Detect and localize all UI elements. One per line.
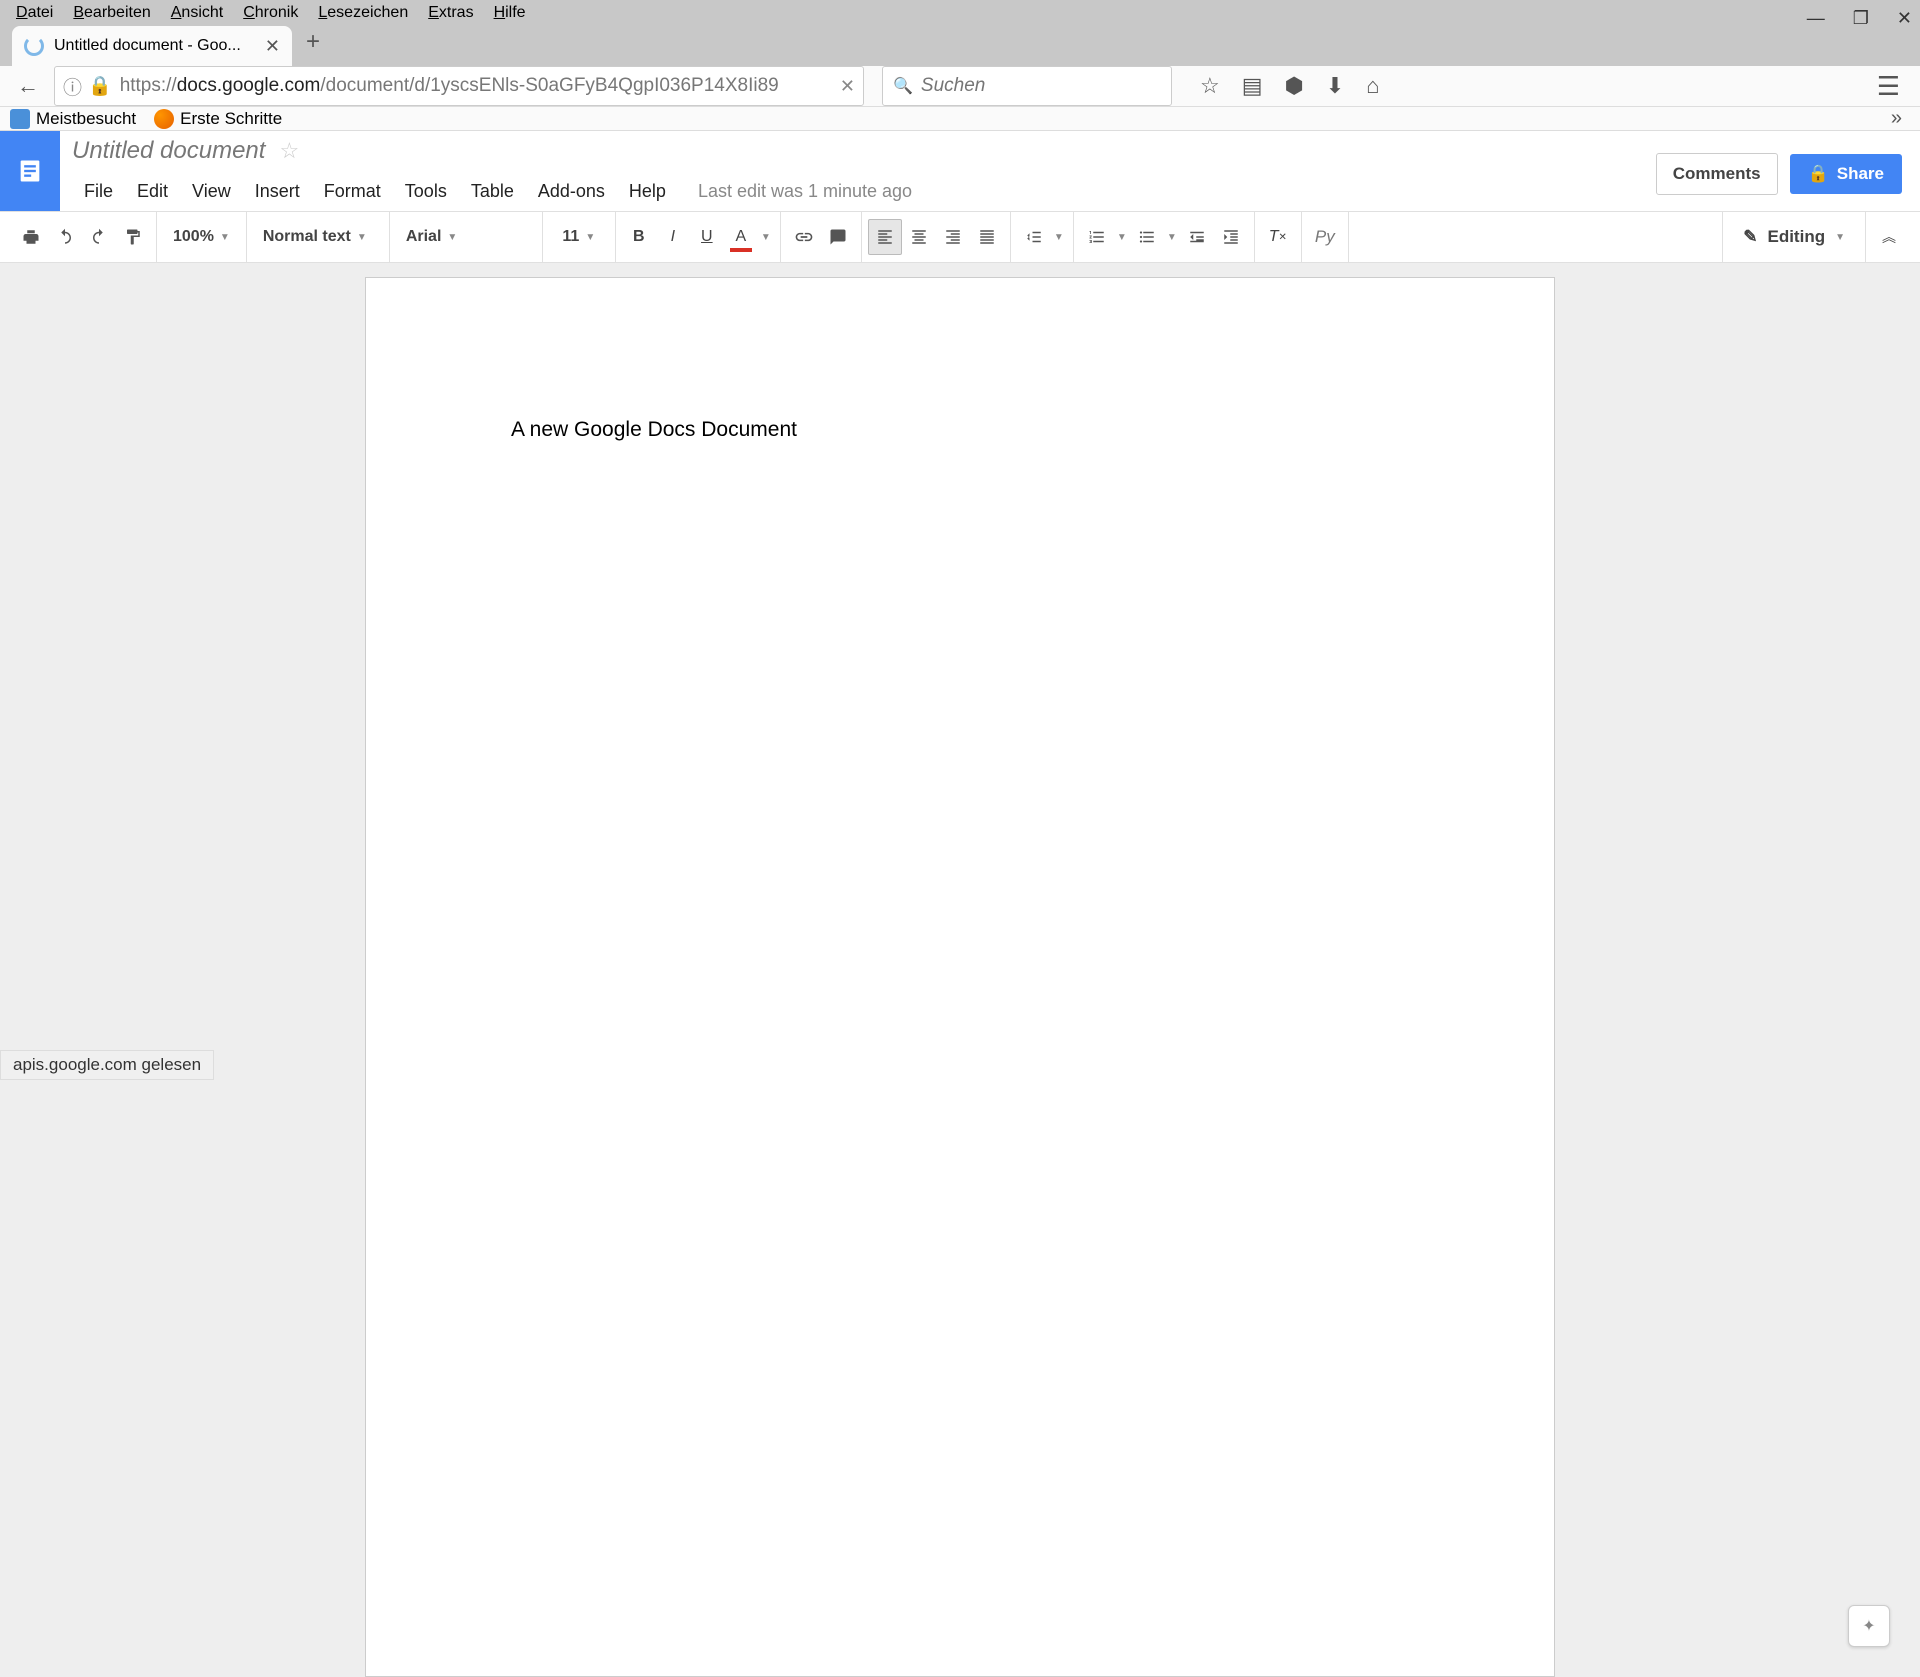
line-spacing-button[interactable] xyxy=(1017,219,1051,255)
docs-canvas[interactable]: A new Google Docs Document xyxy=(0,263,1920,1677)
url-clear-icon[interactable]: ✕ xyxy=(840,76,855,97)
bookmarks-overflow-icon[interactable]: » xyxy=(1891,107,1910,130)
url-bar[interactable]: ⓘ 🔒 https://docs.google.com/document/d/1… xyxy=(54,66,864,106)
bulleted-list-caret[interactable]: ▼ xyxy=(1164,219,1180,255)
pencil-icon: ✎ xyxy=(1743,227,1757,247)
firefox-navbar: ← ⓘ 🔒 https://docs.google.com/document/d… xyxy=(0,66,1920,107)
paint-format-button[interactable] xyxy=(116,219,150,255)
docs-header: Untitled document ☆ File Edit View Inser… xyxy=(0,131,1920,211)
menu-lesezeichen[interactable]: Lesezeichen xyxy=(308,0,418,26)
bookmark-meistbesucht[interactable]: Meistbesucht xyxy=(10,109,136,129)
increase-indent-button[interactable] xyxy=(1214,219,1248,255)
firefox-icon xyxy=(154,109,174,129)
italic-button[interactable]: I xyxy=(656,219,690,255)
new-tab-button[interactable]: + xyxy=(306,28,320,56)
lock-icon: 🔒 xyxy=(1808,164,1829,184)
tab-close-icon[interactable]: ✕ xyxy=(265,36,280,57)
bookmark-erste-schritte[interactable]: Erste Schritte xyxy=(154,109,282,129)
document-body-text[interactable]: A new Google Docs Document xyxy=(511,418,1409,442)
menu-addons[interactable]: Add-ons xyxy=(526,175,617,208)
home-icon[interactable]: ⌂ xyxy=(1366,73,1379,99)
site-info-icon[interactable]: ⓘ xyxy=(63,73,82,100)
insert-link-button[interactable] xyxy=(787,219,821,255)
menu-help[interactable]: Help xyxy=(617,175,678,208)
star-icon[interactable]: ☆ xyxy=(279,138,299,164)
redo-button[interactable] xyxy=(82,219,116,255)
search-input[interactable] xyxy=(921,75,1161,97)
font-size-dropdown[interactable]: 11▼ xyxy=(549,228,609,246)
window-minimize-icon[interactable]: — xyxy=(1807,8,1825,29)
menu-tools[interactable]: Tools xyxy=(393,175,459,208)
font-family-dropdown[interactable]: Arial▼ xyxy=(396,228,536,246)
docs-menubar: File Edit View Insert Format Tools Table… xyxy=(72,171,1920,211)
browser-tab[interactable]: Untitled document - Goo... ✕ xyxy=(12,26,292,66)
document-title[interactable]: Untitled document xyxy=(72,137,265,165)
menu-hilfe[interactable]: Hilfe xyxy=(484,0,536,26)
menu-insert[interactable]: Insert xyxy=(243,175,312,208)
search-icon: 🔍 xyxy=(893,76,913,96)
last-edit-text: Last edit was 1 minute ago xyxy=(698,181,912,202)
menu-view[interactable]: View xyxy=(180,175,243,208)
url-text: https://docs.google.com/document/d/1yscs… xyxy=(120,75,832,97)
downloads-icon[interactable]: ⬇ xyxy=(1326,73,1344,99)
menu-file[interactable]: File xyxy=(72,175,125,208)
google-docs-app: Untitled document ☆ File Edit View Inser… xyxy=(0,131,1920,1677)
tab-title: Untitled document - Goo... xyxy=(54,37,255,55)
clear-formatting-button[interactable]: T✕ xyxy=(1261,219,1295,255)
menu-ansicht[interactable]: Ansicht xyxy=(161,0,233,26)
firefox-menu-icon[interactable]: ☰ xyxy=(1877,71,1910,102)
docs-toolbar: 100%▼ Normal text▼ Arial▼ 11▼ B I U A ▼ xyxy=(0,211,1920,263)
line-spacing-caret[interactable]: ▼ xyxy=(1051,219,1067,255)
reader-view-icon[interactable]: ▤ xyxy=(1242,73,1263,99)
docs-home-button[interactable] xyxy=(0,131,60,211)
zoom-dropdown[interactable]: 100%▼ xyxy=(163,228,240,246)
docs-logo-icon xyxy=(16,157,44,185)
menu-bearbeiten[interactable]: Bearbeiten xyxy=(63,0,160,26)
bookmarks-toolbar: Meistbesucht Erste Schritte » xyxy=(0,107,1920,131)
text-color-button[interactable]: A xyxy=(724,219,758,255)
decrease-indent-button[interactable] xyxy=(1180,219,1214,255)
menu-format[interactable]: Format xyxy=(312,175,393,208)
print-button[interactable] xyxy=(14,219,48,255)
firefox-menubar: Datei Bearbeiten Ansicht Chronik Lesezei… xyxy=(0,0,1920,26)
align-justify-button[interactable] xyxy=(970,219,1004,255)
lock-icon: 🔒 xyxy=(88,74,112,98)
underline-button[interactable]: U xyxy=(690,219,724,255)
numbered-list-caret[interactable]: ▼ xyxy=(1114,219,1130,255)
window-restore-icon[interactable]: ❐ xyxy=(1853,8,1869,29)
bookmark-icon xyxy=(10,109,30,129)
paragraph-style-dropdown[interactable]: Normal text▼ xyxy=(253,228,383,246)
loading-spinner-icon xyxy=(24,36,44,56)
menu-extras[interactable]: Extras xyxy=(418,0,483,26)
menu-chronik[interactable]: Chronik xyxy=(233,0,308,26)
numbered-list-button[interactable] xyxy=(1080,219,1114,255)
insert-comment-button[interactable] xyxy=(821,219,855,255)
comments-button[interactable]: Comments xyxy=(1656,153,1778,195)
menu-edit[interactable]: Edit xyxy=(125,175,180,208)
pocket-icon[interactable]: ⬢ xyxy=(1285,73,1304,99)
menu-table[interactable]: Table xyxy=(459,175,526,208)
share-button[interactable]: 🔒 Share xyxy=(1790,154,1902,194)
text-color-caret[interactable]: ▼ xyxy=(758,219,774,255)
align-left-button[interactable] xyxy=(868,219,902,255)
editing-mode-dropdown[interactable]: ✎ Editing ▼ xyxy=(1729,227,1859,247)
window-close-icon[interactable]: ✕ xyxy=(1897,8,1912,29)
input-tools-button[interactable]: Py xyxy=(1308,219,1342,255)
explore-icon: ✦ xyxy=(1862,1616,1875,1636)
bookmark-star-icon[interactable]: ☆ xyxy=(1200,73,1220,99)
search-bar[interactable]: 🔍 xyxy=(882,66,1172,106)
align-center-button[interactable] xyxy=(902,219,936,255)
firefox-tabbar: Untitled document - Goo... ✕ + xyxy=(0,26,1920,66)
document-page[interactable]: A new Google Docs Document xyxy=(365,277,1555,1677)
menu-datei[interactable]: Datei xyxy=(6,0,63,26)
back-button[interactable]: ← xyxy=(10,68,46,104)
align-right-button[interactable] xyxy=(936,219,970,255)
bold-button[interactable]: B xyxy=(622,219,656,255)
bulleted-list-button[interactable] xyxy=(1130,219,1164,255)
hide-menus-button[interactable]: ︽ xyxy=(1872,219,1906,255)
undo-button[interactable] xyxy=(48,219,82,255)
status-bar: apis.google.com gelesen xyxy=(0,1050,214,1080)
explore-button[interactable]: ✦ xyxy=(1848,1605,1890,1647)
